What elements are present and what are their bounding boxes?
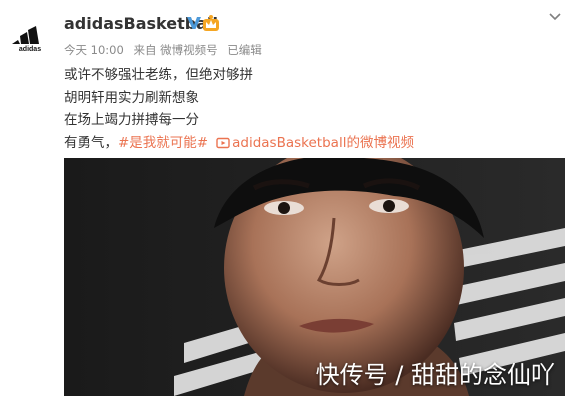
- svg-text:adidas: adidas: [19, 46, 41, 52]
- video-source-label: adidasBasketball的微博视频: [232, 134, 414, 151]
- post-time[interactable]: 今天 10:00: [64, 43, 124, 57]
- post-line-prefix: 有勇气，: [64, 134, 118, 151]
- post-line-last: 有勇气，#是我就可能# adidasBasketball的微博视频: [64, 132, 544, 155]
- post-body: 或许不够强壮老练，但绝对够拼 胡明轩用实力刷新想象 在场上竭力拼搏每一分 有勇气…: [64, 64, 544, 154]
- hashtag-link[interactable]: #是我就可能#: [118, 135, 208, 151]
- edited-label[interactable]: 已编辑: [227, 43, 262, 57]
- video-watermark: 快传号 / 甜甜的念仙吖: [315, 361, 555, 389]
- verified-v-icon: [187, 17, 201, 29]
- post-meta: 今天 10:00 来自 微博视频号 已编辑: [64, 42, 268, 58]
- post-line: 胡明轩用实力刷新想象: [64, 89, 199, 106]
- member-crown-icon[interactable]: [202, 14, 220, 32]
- adidas-logo-icon[interactable]: adidas: [10, 26, 50, 52]
- video-source-link[interactable]: adidasBasketball的微博视频: [216, 135, 414, 151]
- post-line: 在场上竭力拼搏每一分: [64, 112, 199, 129]
- post-line: 或许不够强壮老练，但绝对够拼: [64, 67, 253, 83]
- post-source[interactable]: 来自 微博视频号: [133, 43, 217, 57]
- video-player[interactable]: 快传号 / 甜甜的念仙吖: [64, 158, 565, 396]
- chevron-down-icon[interactable]: [548, 12, 562, 22]
- video-play-icon: [216, 137, 230, 148]
